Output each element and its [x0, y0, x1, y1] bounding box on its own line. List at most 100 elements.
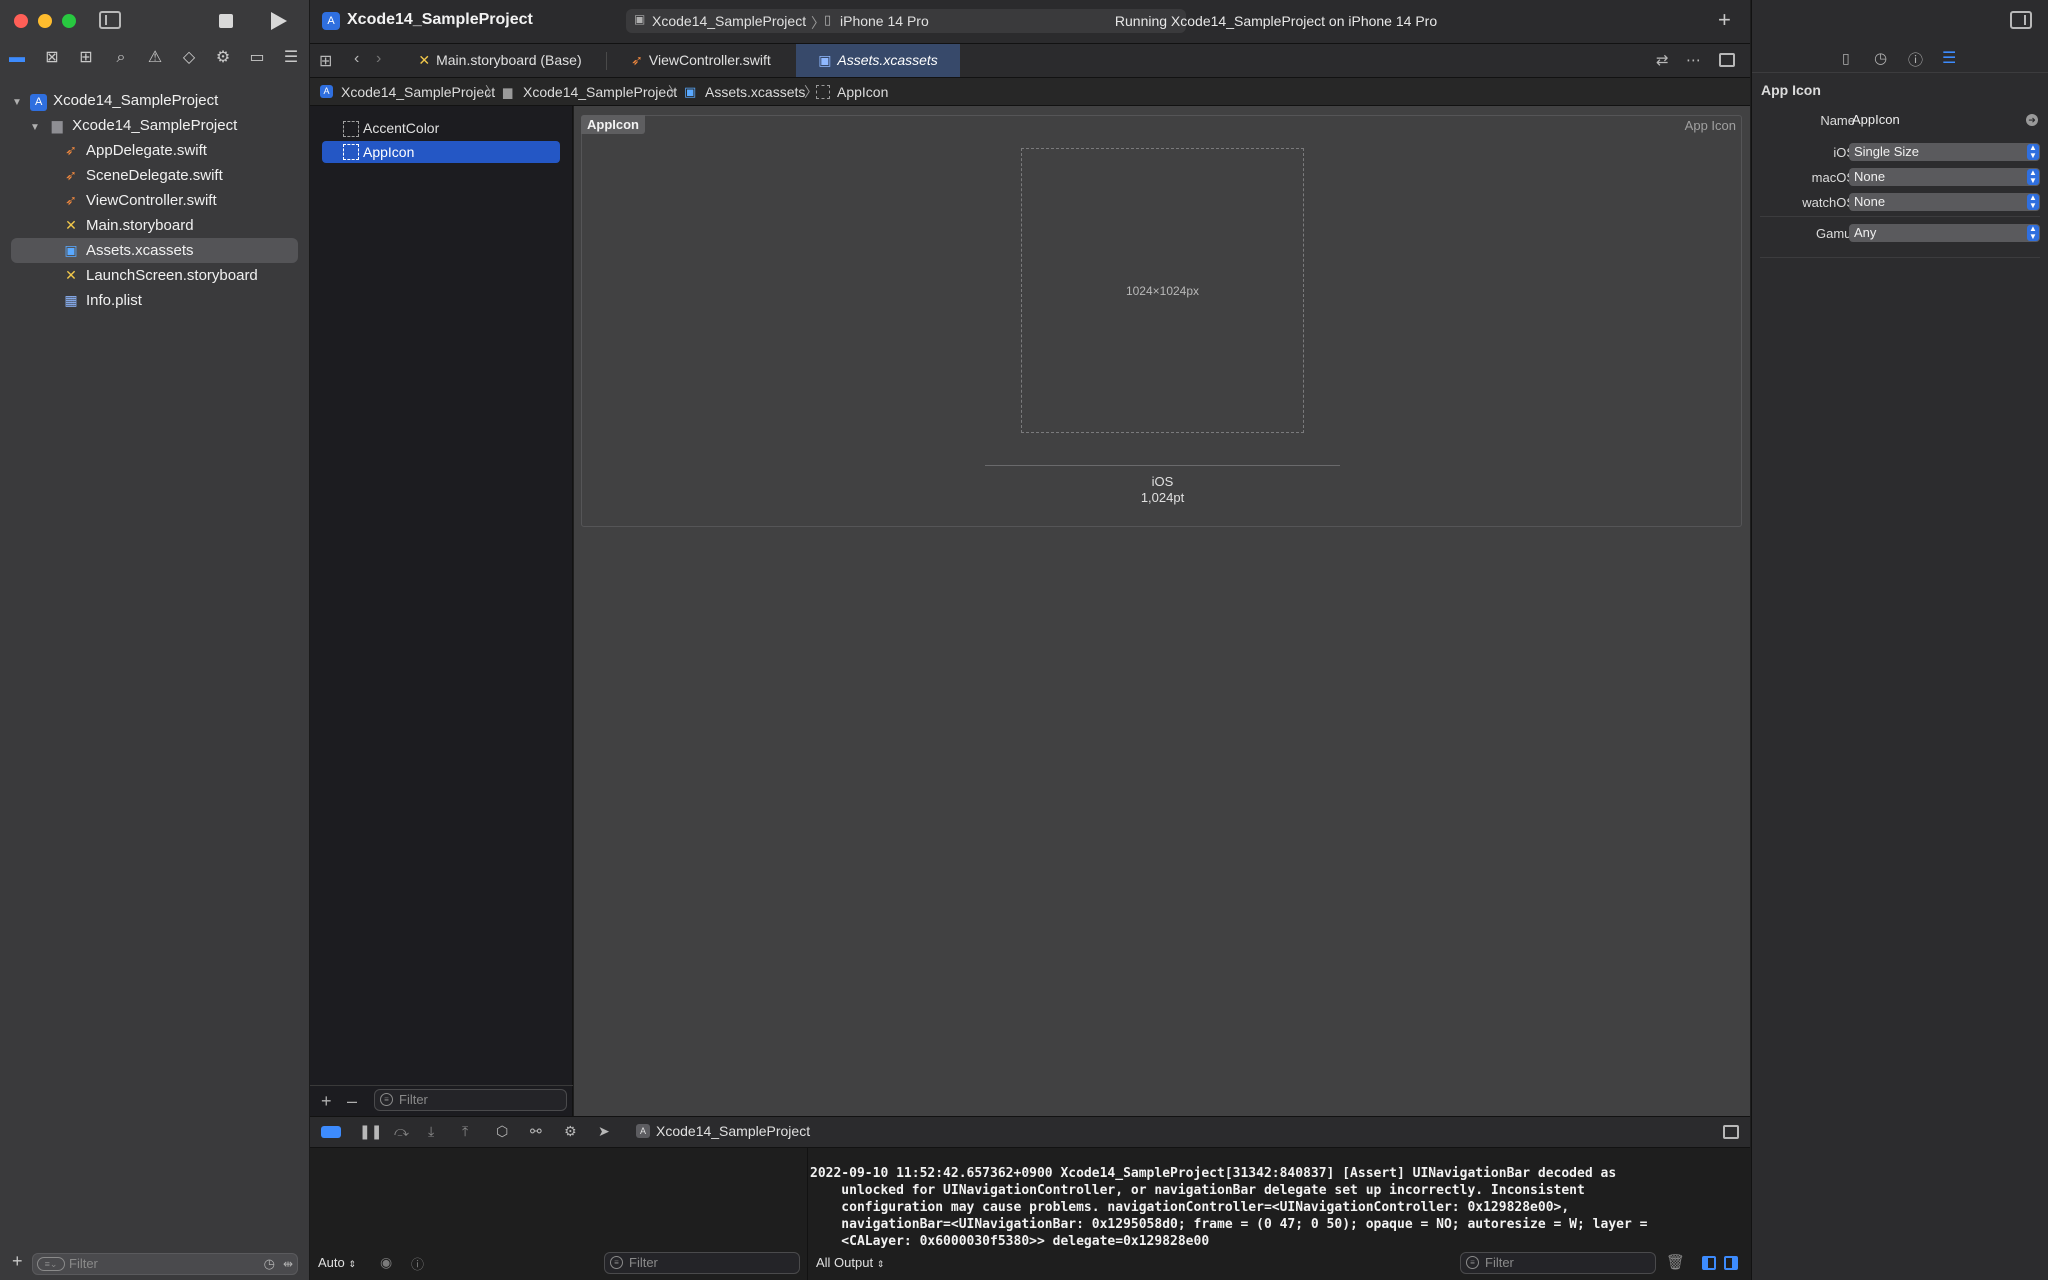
- console-view: 2022-09-10 11:52:42.657362+0900 Xcode14_…: [808, 1148, 1750, 1280]
- navigator-filter-input[interactable]: ≡⌄ Filter ◷ ⇹: [32, 1253, 298, 1275]
- tree-item-file[interactable]: ▦ Info.plist: [62, 288, 142, 313]
- remove-asset-button[interactable]: –: [347, 1091, 357, 1112]
- navigator-selector-bar: ▬ ⊠ ⊞ ⌕ ⚠ ◇ ⚙ ▭ ☰: [0, 48, 310, 72]
- asset-set-type-label: App Icon: [1684, 118, 1736, 133]
- gamut-popup[interactable]: Any ▲ ▼: [1849, 224, 2040, 242]
- history-inspector-icon[interactable]: ◷: [1874, 49, 1887, 67]
- activity-view: ▣ Xcode14_SampleProject 〉 ▯ iPhone 14 Pr…: [626, 9, 1186, 33]
- breakpoints-toggle-icon[interactable]: [321, 1126, 341, 1138]
- divider: [1752, 72, 2048, 73]
- step-into-icon[interactable]: ⤓: [428, 1123, 434, 1140]
- scheme-selector[interactable]: Xcode14_SampleProject: [652, 13, 806, 29]
- minimize-window-button[interactable]: [38, 14, 52, 28]
- close-window-button[interactable]: [14, 14, 28, 28]
- chevron-down-icon[interactable]: ▼: [12, 90, 26, 115]
- variables-filter-input[interactable]: ≡ Filter: [604, 1252, 800, 1274]
- show-console-icon[interactable]: [1724, 1256, 1738, 1270]
- source-control-filter-icon[interactable]: ⇹: [283, 1254, 293, 1274]
- environment-overrides-icon[interactable]: ⚙: [564, 1123, 577, 1140]
- more-options-icon[interactable]: ⋯: [1686, 51, 1701, 69]
- tree-item-file[interactable]: ✕ LaunchScreen.storyboard: [62, 263, 258, 288]
- info-icon[interactable]: ⓘ: [411, 1254, 424, 1273]
- sidebar-toggle-icon[interactable]: [99, 11, 121, 29]
- tree-item-file[interactable]: ✕ Main.storyboard: [62, 213, 193, 238]
- asset-filter-input[interactable]: ≡ Filter: [374, 1089, 567, 1111]
- breadcrumb-file[interactable]: Assets.xcassets: [705, 78, 805, 106]
- inspector-section-title: App Icon: [1761, 82, 1821, 98]
- asset-item-appicon-selected[interactable]: AppIcon: [322, 141, 560, 163]
- hide-debug-area-icon[interactable]: [1723, 1125, 1739, 1139]
- memory-graph-icon[interactable]: ⚯: [530, 1123, 542, 1140]
- step-over-icon[interactable]: ⤼: [394, 1123, 409, 1140]
- asset-set-name-tag: AppIcon: [581, 115, 645, 134]
- source-control-navigator-icon[interactable]: ⊠: [41, 48, 63, 68]
- test-navigator-icon[interactable]: ◇: [178, 48, 200, 68]
- tree-item-file-selected[interactable]: ▣ Assets.xcassets: [11, 238, 298, 263]
- watchos-label: watchOS: [1802, 195, 1855, 210]
- related-items-icon[interactable]: ⊞: [319, 51, 332, 71]
- pause-button[interactable]: ❚❚: [359, 1123, 382, 1140]
- macos-popup[interactable]: None ▲ ▼: [1849, 168, 2040, 186]
- attributes-inspector-icon[interactable]: ☰: [1942, 48, 1956, 68]
- stop-button[interactable]: [219, 14, 233, 28]
- variables-scope-selector[interactable]: Auto ⇕: [318, 1255, 356, 1270]
- ios-popup[interactable]: Single Size ▲ ▼: [1849, 143, 2040, 161]
- asset-list: AccentColor AppIcon + – ≡ Filter: [310, 106, 573, 1116]
- tree-item-project[interactable]: ▼ A Xcode14_SampleProject: [12, 88, 218, 113]
- find-navigator-icon[interactable]: ⌕: [110, 48, 132, 68]
- step-out-icon[interactable]: ⤒: [462, 1123, 468, 1140]
- file-inspector-icon[interactable]: ▯: [1842, 50, 1850, 67]
- show-variables-view-icon[interactable]: [1702, 1256, 1716, 1270]
- tree-item-file[interactable]: ➶ AppDelegate.swift: [62, 138, 207, 163]
- report-navigator-icon[interactable]: ☰: [280, 48, 302, 68]
- asset-catalog-icon: ▣: [818, 52, 832, 68]
- breadcrumb-group[interactable]: Xcode14_SampleProject: [523, 78, 677, 106]
- run-button[interactable]: [271, 12, 287, 30]
- zoom-window-button[interactable]: [62, 14, 76, 28]
- destination-selector[interactable]: iPhone 14 Pro: [840, 13, 929, 29]
- breakpoint-navigator-icon[interactable]: ▭: [246, 48, 268, 68]
- chevron-updown-icon: ⇕: [876, 1259, 885, 1269]
- tab-assets[interactable]: ▣ Assets.xcassets: [796, 44, 960, 77]
- tree-item-file[interactable]: ➶ SceneDelegate.swift: [62, 163, 223, 188]
- filter-icon: ≡: [610, 1256, 623, 1269]
- simulate-location-icon[interactable]: ➤: [598, 1123, 610, 1140]
- add-library-button[interactable]: +: [1718, 8, 1731, 32]
- back-button[interactable]: ‹: [354, 50, 359, 68]
- project-title: Xcode14_SampleProject: [347, 11, 533, 28]
- folder-navigator-icon[interactable]: ▬: [6, 48, 28, 68]
- add-file-button[interactable]: +: [12, 1252, 23, 1270]
- watchos-popup[interactable]: None ▲ ▼: [1849, 193, 2040, 211]
- name-field[interactable]: AppIcon ➜: [1849, 111, 2040, 129]
- asset-item-accentcolor[interactable]: AccentColor: [363, 120, 439, 136]
- tab-main-storyboard[interactable]: ✕ Main.storyboard (Base): [414, 44, 586, 77]
- tab-viewcontroller[interactable]: ➶ ViewController.swift: [626, 44, 776, 77]
- project-icon: A: [322, 12, 340, 30]
- console-filter-input[interactable]: ≡ Filter: [1460, 1252, 1656, 1274]
- arrow-right-icon[interactable]: ➜: [2026, 114, 2038, 126]
- trash-icon[interactable]: 🗑: [1666, 1253, 1685, 1271]
- filter-options-icon[interactable]: ≡⌄: [37, 1257, 65, 1271]
- split-editor-icon[interactable]: [1719, 53, 1735, 67]
- tree-item-file[interactable]: ➶ ViewController.swift: [62, 188, 216, 213]
- chevron-down-icon[interactable]: ▼: [30, 115, 44, 140]
- tree-item-group[interactable]: ▼ ▆ Xcode14_SampleProject: [30, 113, 237, 138]
- help-inspector-icon[interactable]: ⓘ: [1908, 49, 1923, 70]
- plist-icon: ▦: [64, 292, 78, 308]
- output-selector[interactable]: All Output ⇕: [816, 1255, 884, 1270]
- icon-drop-slot[interactable]: 1024×1024px: [1021, 148, 1304, 433]
- add-asset-button[interactable]: +: [321, 1091, 332, 1112]
- swap-editor-icon[interactable]: ⇄: [1656, 51, 1669, 69]
- issue-navigator-icon[interactable]: ⚠: [144, 48, 166, 68]
- debug-navigator-icon[interactable]: ⚙: [212, 48, 234, 68]
- breadcrumb-project[interactable]: Xcode14_SampleProject: [341, 78, 495, 106]
- view-hierarchy-icon[interactable]: ⬡: [496, 1123, 508, 1140]
- inspector-toggle-icon[interactable]: [2010, 11, 2032, 29]
- symbol-navigator-icon[interactable]: ⊞: [75, 48, 97, 68]
- breadcrumb-asset[interactable]: AppIcon: [837, 78, 888, 106]
- forward-button[interactable]: ›: [376, 50, 381, 68]
- quick-look-icon[interactable]: ◉: [380, 1254, 392, 1271]
- console-line: unlocked for UINavigationController, or …: [810, 1183, 1585, 1198]
- recent-files-icon[interactable]: ◷: [264, 1254, 275, 1274]
- project-navigator: ▬ ⊠ ⊞ ⌕ ⚠ ◇ ⚙ ▭ ☰ ▼ A Xcode14_SampleProje…: [0, 0, 310, 1280]
